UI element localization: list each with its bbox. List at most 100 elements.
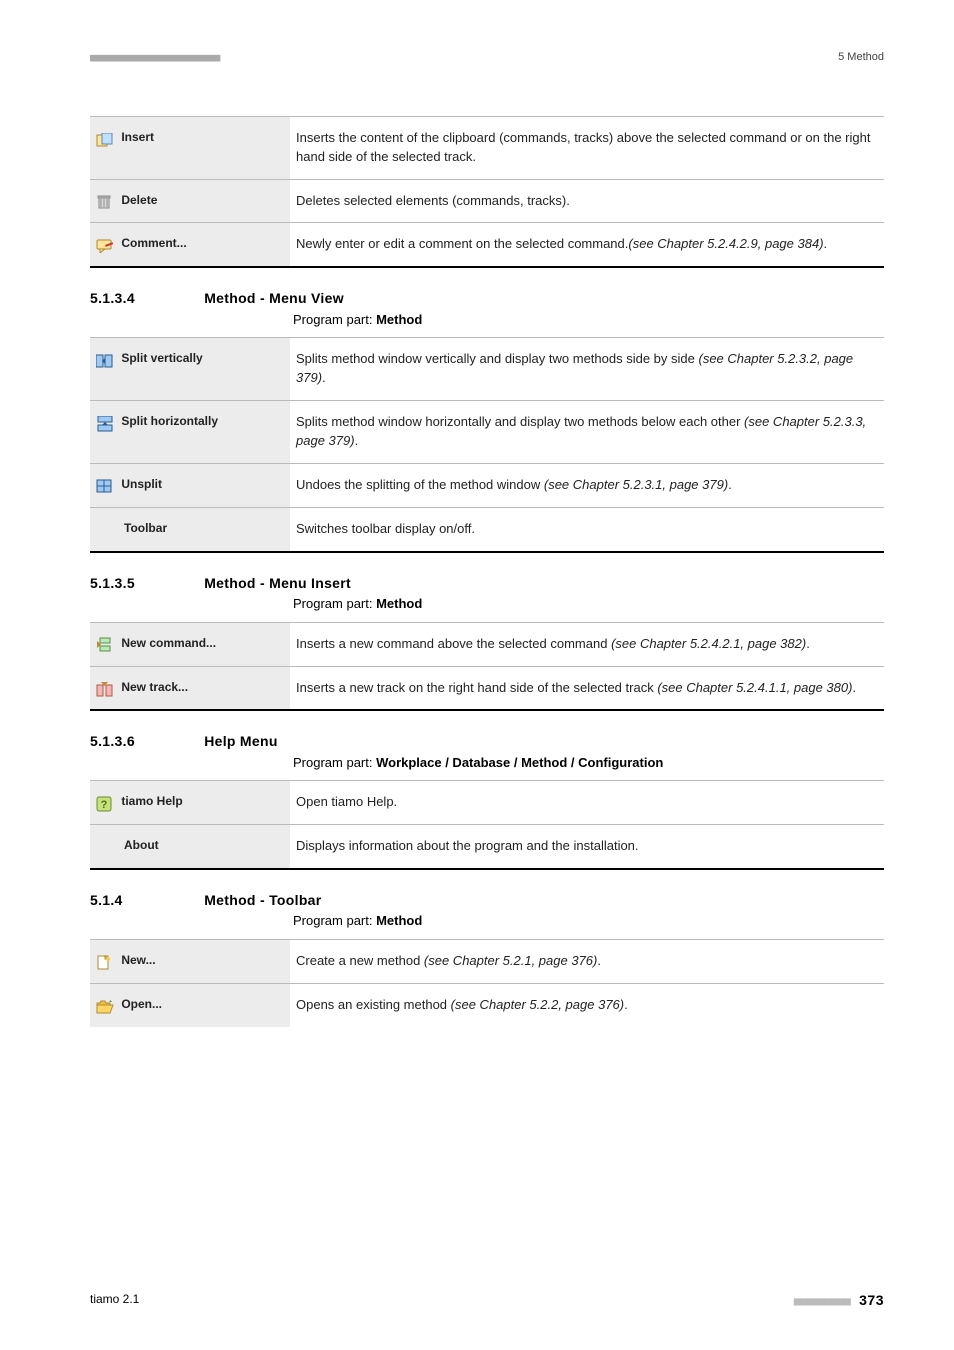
row-label-text: Split horizontally (121, 414, 218, 428)
new-icon (96, 954, 114, 968)
table-row: New command... Inserts a new command abo… (90, 622, 884, 666)
footer-product: tiamo 2.1 (90, 1291, 139, 1308)
row-desc: Splits method window horizontally and di… (290, 401, 884, 464)
program-part: Program part: Method (293, 595, 884, 614)
section-heading: 5.1.4 Method - Toolbar (90, 890, 884, 910)
program-part-value: Method (376, 312, 422, 327)
row-label: New track... (90, 666, 290, 710)
table-row: Open... Opens an existing method (see Ch… (90, 984, 884, 1027)
row-desc: Inserts a new command above the selected… (290, 622, 884, 666)
program-part-label: Program part: (293, 913, 376, 928)
desc-text: Splits method window horizontally and di… (296, 414, 744, 429)
table-row: Insert Inserts the content of the clipbo… (90, 116, 884, 179)
desc-ital: (see Chapter 5.2.4.2.9, page 384) (628, 236, 823, 251)
desc-text: Splits method window vertically and disp… (296, 351, 698, 366)
desc-ital: (see Chapter 5.2.4.2.1, page 382) (611, 636, 806, 651)
table-row: Delete Deletes selected elements (comman… (90, 179, 884, 223)
row-label-text: New... (121, 953, 155, 967)
desc-post: . (355, 433, 359, 448)
program-part-label: Program part: (293, 755, 376, 770)
row-desc: Inserts the content of the clipboard (co… (290, 116, 884, 179)
table-row: Split horizontally Splits method window … (90, 401, 884, 464)
desc-text: Open tiamo Help. (296, 794, 397, 809)
section-num: 5.1.3.6 (90, 731, 200, 751)
row-label: New... (90, 940, 290, 984)
row-desc: Deletes selected elements (commands, tra… (290, 179, 884, 223)
row-label: Open... (90, 984, 290, 1027)
row-label: Unsplit (90, 463, 290, 507)
trash-icon (96, 193, 114, 207)
row-label-text: tiamo Help (121, 795, 182, 809)
row-label-text: New track... (121, 680, 188, 694)
row-desc: Switches toolbar display on/off. (290, 507, 884, 551)
open-icon (96, 998, 114, 1012)
section-title: Method - Toolbar (204, 892, 321, 908)
header-dots: ■■■■■■■■■■■■■■■■■■■■■■■ (90, 50, 219, 66)
table-row: Toolbar Switches toolbar display on/off. (90, 507, 884, 551)
row-label: Insert (90, 116, 290, 179)
desc-post: . (322, 370, 326, 385)
desc-text: Switches toolbar display on/off. (296, 521, 475, 536)
row-label: Comment... (90, 223, 290, 267)
desc-ital: (see Chapter 5.2.2, page 376) (451, 997, 624, 1012)
desc-post: . (852, 680, 856, 695)
svg-text:?: ? (101, 799, 108, 811)
program-part-label: Program part: (293, 596, 376, 611)
section-num: 5.1.3.4 (90, 288, 200, 308)
table-row: Unsplit Undoes the splitting of the meth… (90, 463, 884, 507)
row-desc: Inserts a new track on the right hand si… (290, 666, 884, 710)
desc-post: . (824, 236, 828, 251)
desc-text: Inserts a new track on the right hand si… (296, 680, 657, 695)
desc-text: Undoes the splitting of the method windo… (296, 477, 544, 492)
desc-text: Displays information about the program a… (296, 838, 639, 853)
row-label-text: Split vertically (121, 352, 202, 366)
table-row: New track... Inserts a new track on the … (90, 666, 884, 710)
split-v-icon (96, 352, 114, 366)
footer-right: ■■■■■■■■■ 373 (794, 1290, 884, 1310)
desc-text: Newly enter or edit a comment on the sel… (296, 236, 628, 251)
program-part: Program part: Workplace / Database / Met… (293, 754, 884, 773)
split-h-icon (96, 415, 114, 429)
program-part: Program part: Method (293, 311, 884, 330)
section-heading: 5.1.3.6 Help Menu (90, 731, 884, 751)
program-part-value: Workplace / Database / Method / Configur… (376, 755, 663, 770)
clipboard-icon (96, 131, 114, 145)
section-num: 5.1.3.5 (90, 573, 200, 593)
row-label-text: About (96, 837, 159, 854)
table-row: New... Create a new method (see Chapter … (90, 940, 884, 984)
desc-text: Create a new method (296, 953, 424, 968)
section-title: Help Menu (204, 733, 277, 749)
desc-ital: (see Chapter 5.2.4.1.1, page 380) (657, 680, 852, 695)
row-label: ? tiamo Help (90, 781, 290, 825)
program-part: Program part: Method (293, 912, 884, 931)
insert-menu-table: New command... Inserts a new command abo… (90, 622, 884, 712)
page-footer: tiamo 2.1 ■■■■■■■■■ 373 (90, 1290, 884, 1310)
section-num: 5.1.4 (90, 890, 200, 910)
help-icon: ? (96, 795, 114, 809)
desc-text: Opens an existing method (296, 997, 451, 1012)
unsplit-icon (96, 478, 114, 492)
row-label: About (90, 825, 290, 869)
desc-ital: (see Chapter 5.2.3.1, page 379) (544, 477, 728, 492)
desc-text: Deletes selected elements (commands, tra… (296, 193, 570, 208)
row-desc: Splits method window vertically and disp… (290, 338, 884, 401)
row-desc: Open tiamo Help. (290, 781, 884, 825)
desc-post: . (806, 636, 810, 651)
row-label-text: New command... (121, 636, 216, 650)
section-heading: 5.1.3.5 Method - Menu Insert (90, 573, 884, 593)
row-desc: Displays information about the program a… (290, 825, 884, 869)
comment-icon (96, 237, 114, 251)
row-desc: Create a new method (see Chapter 5.2.1, … (290, 940, 884, 984)
row-label-text: Comment... (121, 237, 186, 251)
section-title: Method - Menu View (204, 290, 344, 306)
edit-menu-table: Insert Inserts the content of the clipbo… (90, 116, 884, 268)
toolbar-table: New... Create a new method (see Chapter … (90, 939, 884, 1027)
row-label-text: Toolbar (96, 520, 167, 537)
help-menu-table: ? tiamo Help Open tiamo Help. About Disp… (90, 780, 884, 870)
row-label-text: Open... (121, 997, 162, 1011)
row-desc: Newly enter or edit a comment on the sel… (290, 223, 884, 267)
row-label: Split vertically (90, 338, 290, 401)
desc-text: Inserts the content of the clipboard (co… (296, 130, 870, 164)
section-title: Method - Menu Insert (204, 575, 351, 591)
footer-page: 373 (859, 1292, 884, 1308)
